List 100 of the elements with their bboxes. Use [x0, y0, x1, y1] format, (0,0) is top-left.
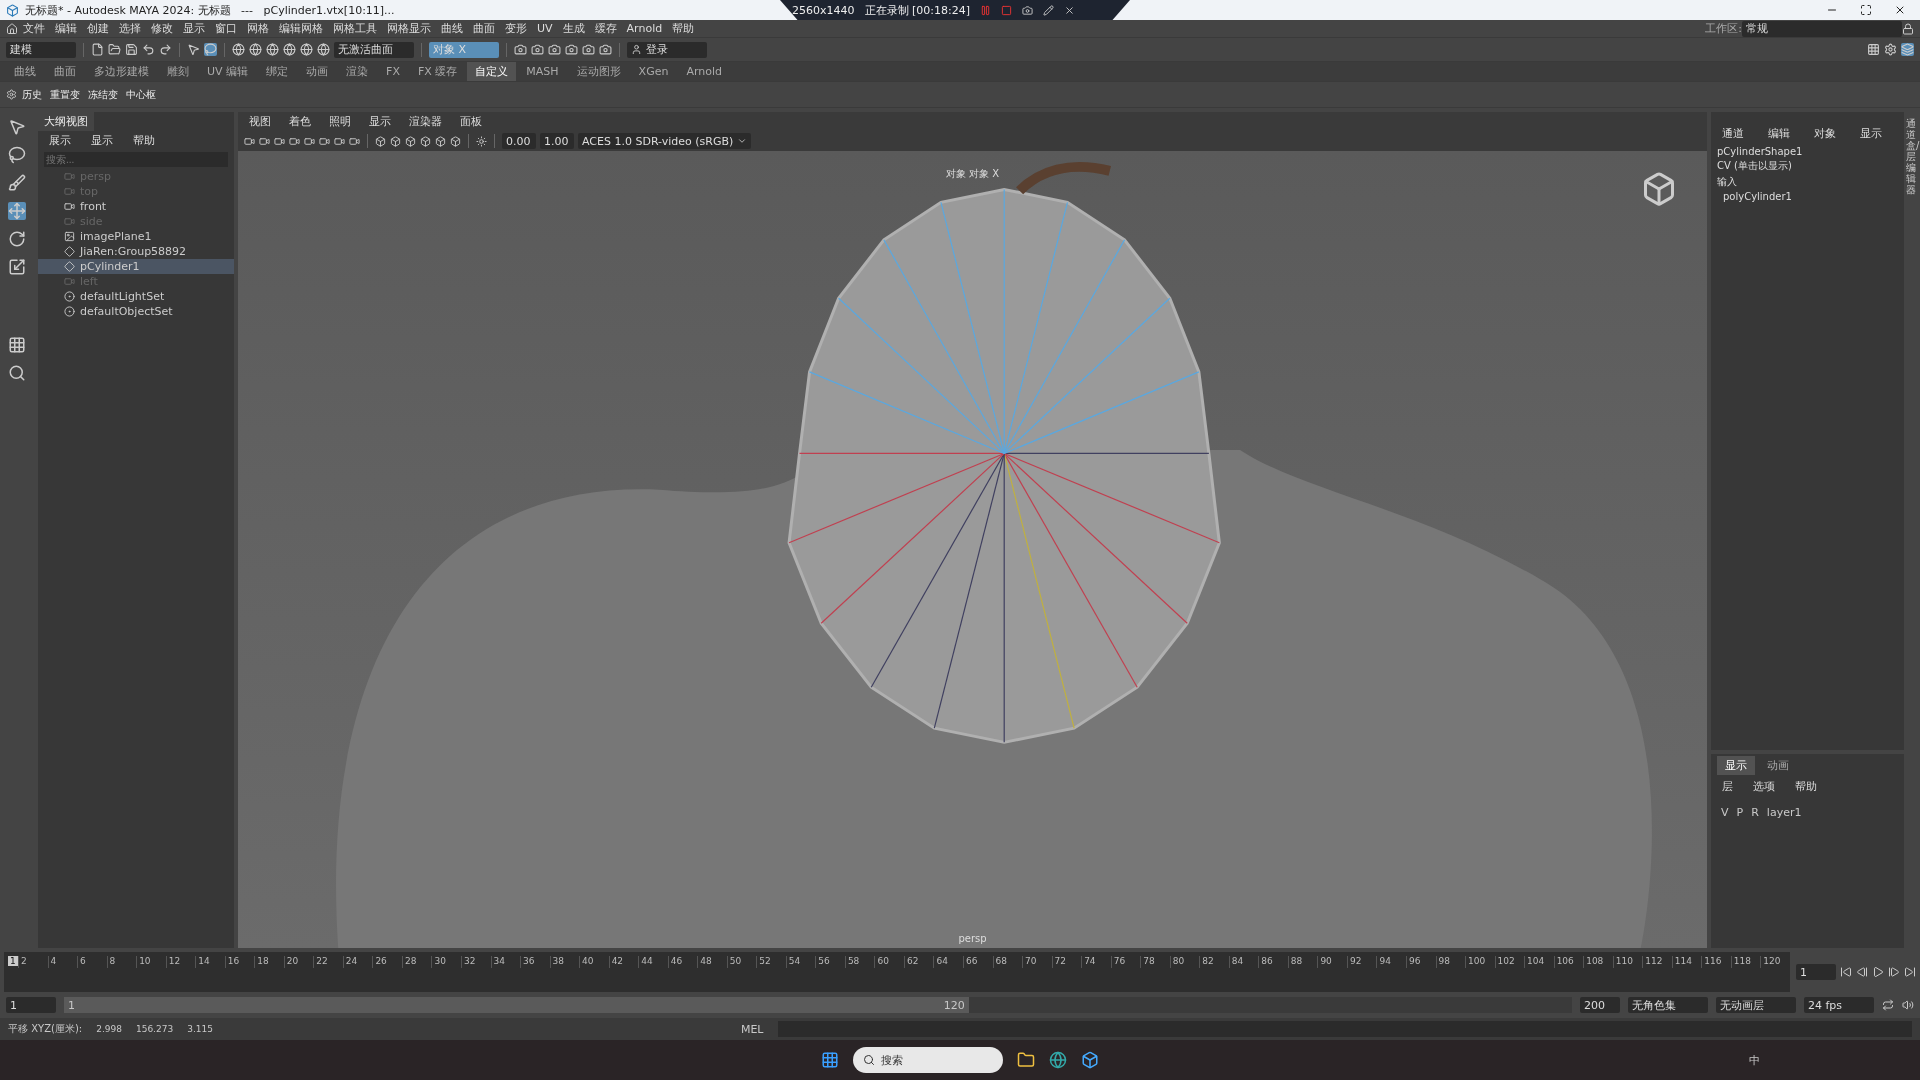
maximize-icon[interactable] [1860, 4, 1872, 16]
mode-dropdown[interactable]: 建模 [6, 41, 76, 58]
menu-item[interactable]: 通道 [1717, 126, 1749, 141]
shelf-tab[interactable]: MASH [518, 63, 567, 80]
color-space-dropdown[interactable]: ACES 1.0 SDR-video (sRGB) [578, 133, 752, 149]
menu-item[interactable]: 层 [1717, 778, 1738, 794]
layers-icon[interactable] [1901, 43, 1914, 56]
menu-item[interactable]: 网格 [242, 21, 274, 36]
save-icon[interactable] [125, 43, 138, 56]
menu-item[interactable]: UV [532, 22, 558, 35]
step-forward-icon[interactable] [1888, 966, 1900, 978]
menu-item[interactable]: 选项 [1748, 778, 1780, 794]
step-back-icon[interactable] [1856, 966, 1868, 978]
outliner-item[interactable]: defaultObjectSet [38, 304, 234, 319]
browser-icon[interactable] [1049, 1051, 1067, 1069]
menu-item[interactable]: 显示 [364, 114, 396, 129]
menu-item[interactable]: Arnold [621, 22, 668, 35]
menu-item[interactable]: 编辑 [1763, 126, 1795, 141]
open-folder-icon[interactable] [108, 43, 121, 56]
fps-dropdown[interactable]: 24 fps [1804, 997, 1874, 1013]
menu-item[interactable]: 修改 [146, 21, 178, 36]
exposure-field[interactable]: 0.00 [502, 133, 536, 149]
shelf-button[interactable]: 冻结变 [85, 87, 121, 102]
new-file-icon[interactable] [91, 43, 104, 56]
pause-icon[interactable] [980, 4, 991, 16]
shelf-tab[interactable]: Arnold [678, 63, 730, 80]
shelf-tab[interactable]: 雕刻 [159, 62, 197, 81]
skip-forward-icon[interactable] [1904, 966, 1916, 978]
skip-back-icon[interactable] [1840, 966, 1852, 978]
taskbar-search[interactable]: 搜索 [853, 1047, 1003, 1073]
menu-item[interactable]: 显示 [86, 133, 118, 148]
sound-icon[interactable] [1902, 999, 1914, 1011]
search-field[interactable]: 搜索... [44, 152, 228, 167]
loop-icon[interactable] [1882, 999, 1894, 1011]
panel-tab[interactable]: 动画 [1759, 755, 1797, 775]
shelf-tab[interactable]: 动画 [298, 62, 337, 81]
menu-item[interactable]: 曲线 [436, 21, 468, 36]
layer-flag[interactable]: R [1751, 805, 1759, 819]
menu-item[interactable]: 生成 [557, 21, 590, 36]
camera-icon[interactable] [1022, 4, 1033, 16]
home-icon[interactable] [6, 22, 18, 35]
layer-name[interactable]: layer1 [1766, 805, 1802, 819]
time-slider[interactable]: 1 2 4 6 8 10 12 14 16 18 20 22 24 26 28 30 32 34 36 38 40 42 44 46 48 50 52 54 56 58 60 62 64 66 68 70 72 74 76 78 80 82 84 86 88 90 92 94 96 98 100 102 104 106 108 110 112 114 116 118 120 [4, 952, 1790, 992]
scale-tool-icon[interactable] [8, 258, 26, 276]
menu-item[interactable]: 帮助 [1790, 778, 1822, 794]
menu-item[interactable]: 窗口 [210, 21, 242, 36]
menu-item[interactable]: 照明 [324, 114, 356, 129]
outliner-item[interactable]: defaultLightSet [38, 289, 234, 304]
panel-tab[interactable]: 显示 [1717, 755, 1755, 775]
shelf-tab[interactable]: 渲染 [338, 62, 377, 81]
menu-item[interactable]: 展示 [44, 133, 76, 148]
menu-item[interactable]: 面板 [455, 114, 487, 129]
start-icon[interactable] [821, 1051, 839, 1069]
menu-item[interactable]: 显示 [1855, 126, 1887, 141]
paint-tool-icon[interactable] [8, 174, 26, 192]
settings-icon[interactable] [6, 89, 17, 100]
workspace-dropdown[interactable]: 常规 [1742, 20, 1902, 37]
select-icon[interactable] [187, 43, 200, 56]
start-frame-field[interactable]: 1 [6, 997, 56, 1013]
range-slider[interactable]: 1 120 [64, 997, 969, 1013]
shelf-tab[interactable]: FX 缓存 [409, 62, 466, 81]
ime-indicator[interactable]: 中 [1749, 1052, 1760, 1068]
menu-item[interactable]: 创建 [82, 21, 114, 36]
outliner-item[interactable]: imagePlane1 [38, 229, 234, 244]
light-icon[interactable] [476, 135, 487, 147]
anim-layer-dropdown[interactable]: 无动画层 [1716, 997, 1796, 1013]
character-set-dropdown[interactable]: 无角色集 [1628, 997, 1708, 1013]
menu-item[interactable]: 显示 [178, 21, 210, 36]
shelf-tab[interactable]: XGen [630, 63, 677, 80]
pencil-icon[interactable] [1043, 4, 1054, 16]
end-frame-field[interactable]: 200 [1580, 997, 1620, 1013]
folder-icon[interactable] [1017, 1051, 1035, 1069]
shelf-button[interactable]: 历史 [19, 87, 45, 102]
menu-item[interactable]: 网格显示 [382, 21, 436, 36]
lock-icon[interactable] [1902, 22, 1914, 35]
close-icon[interactable] [1064, 4, 1075, 16]
play-icon[interactable] [1872, 966, 1884, 978]
view-cube-icon[interactable] [1641, 171, 1677, 207]
live-surface-field[interactable]: 无激活曲面 [334, 41, 414, 58]
layer-flag[interactable]: V [1721, 805, 1729, 819]
layer-flag[interactable]: P [1736, 805, 1744, 819]
shelf-button[interactable]: 重置变 [47, 87, 83, 102]
undo-icon[interactable] [142, 43, 155, 56]
menu-item[interactable]: 文件 [18, 21, 50, 36]
stop-icon[interactable] [1001, 4, 1012, 16]
shelf-tab[interactable]: UV 编辑 [199, 62, 257, 81]
shelf-button[interactable]: 中心枢 [123, 87, 159, 102]
menu-item[interactable]: 帮助 [128, 133, 160, 148]
menu-item[interactable]: 渲染器 [404, 114, 447, 129]
shelf-tab[interactable]: 曲线 [6, 62, 44, 81]
close-icon[interactable] [1894, 4, 1906, 16]
redo-icon[interactable] [159, 43, 172, 56]
menu-item[interactable]: 对象 [1809, 126, 1841, 141]
menu-item[interactable]: 选择 [114, 21, 146, 36]
select-tool-icon[interactable] [8, 118, 26, 136]
lasso-tool-icon[interactable] [8, 146, 26, 164]
gamma-field[interactable]: 1.00 [540, 133, 574, 149]
menu-item[interactable]: 编辑 [50, 21, 82, 36]
menu-item[interactable]: 曲面 [468, 21, 500, 36]
menu-item[interactable]: 缓存 [589, 21, 622, 36]
